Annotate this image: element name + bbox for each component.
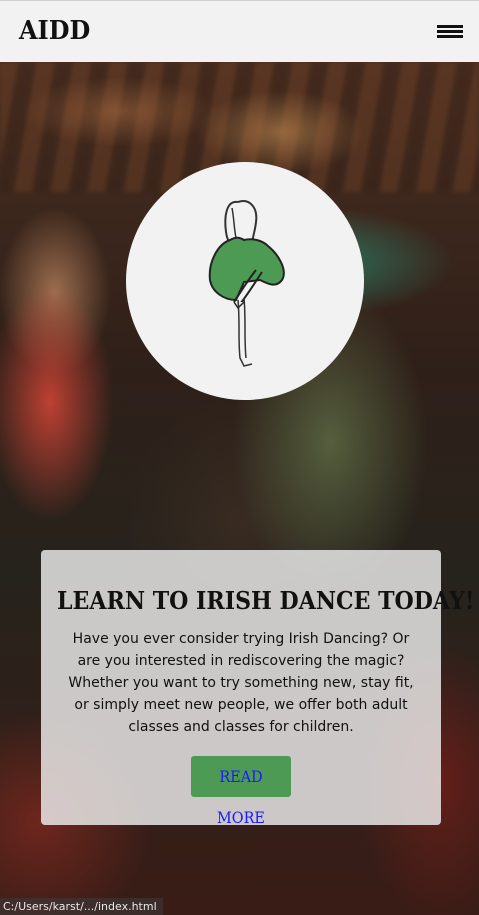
brand-logo-text[interactable]: AIDD [19,15,90,47]
intro-card: LEARN TO IRISH DANCE TODAY! Have you eve… [41,550,475,827]
read-more-button[interactable]: READ MORE [191,756,291,827]
logo-circle [126,162,364,400]
intro-paragraph: Have you ever consider trying Irish Danc… [68,631,414,735]
top-navbar: AIDD [0,0,479,62]
hamburger-menu-icon[interactable] [437,25,463,39]
read-more-label: READ MORE [217,767,265,827]
browser-status-bar: C:/Users/karst/.../index.html [0,898,163,915]
intro-heading: LEARN TO IRISH DANCE TODAY! [57,586,475,615]
irish-dancer-logo-icon [208,200,285,367]
